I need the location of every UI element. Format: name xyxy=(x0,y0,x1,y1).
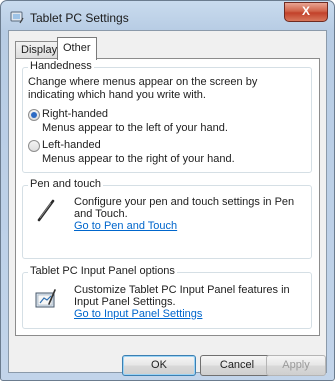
go-to-input-panel-settings-link[interactable]: Go to Input Panel Settings xyxy=(74,308,304,320)
pen-touch-text: Configure your pen and touch settings in… xyxy=(74,196,304,232)
window-title: Tablet PC Settings xyxy=(30,11,129,25)
tab-other[interactable]: Other xyxy=(57,37,97,60)
close-button[interactable]: X xyxy=(284,2,328,22)
pen-icon xyxy=(37,199,55,222)
handedness-description: Change where menus appear on the screen … xyxy=(28,76,258,101)
right-handed-label[interactable]: Right-handed xyxy=(42,108,108,121)
cancel-button[interactable]: Cancel xyxy=(200,355,274,376)
input-panel-icon xyxy=(35,289,56,308)
tablet-pc-icon xyxy=(10,11,24,24)
go-to-pen-and-touch-link[interactable]: Go to Pen and Touch xyxy=(74,220,304,232)
title-bar[interactable]: Tablet PC Settings X xyxy=(1,1,334,30)
input-panel-description: Customize Tablet PC Input Panel features… xyxy=(74,284,290,308)
apply-button[interactable]: Apply xyxy=(266,355,326,376)
tab-display[interactable]: Display xyxy=(15,41,64,59)
input-panel-group: Tablet PC Input Panel options Customize … xyxy=(22,265,312,329)
tablet-pc-settings-window: Tablet PC Settings X Display Other Hande… xyxy=(0,0,335,381)
left-handed-label[interactable]: Left-handed xyxy=(42,139,101,152)
pen-touch-description: Configure your pen and touch settings in… xyxy=(74,196,295,220)
input-panel-legend: Tablet PC Input Panel options xyxy=(28,265,177,277)
handedness-legend: Handedness xyxy=(28,60,94,72)
pen-touch-legend: Pen and touch xyxy=(28,178,103,190)
right-handed-radio[interactable] xyxy=(28,109,40,121)
left-handed-description: Menus appear to the right of your hand. xyxy=(42,153,235,165)
pen-touch-group: Pen and touch Configure your pen and tou… xyxy=(22,178,312,259)
ok-button[interactable]: OK xyxy=(122,355,196,376)
right-handed-description: Menus appear to the left of your hand. xyxy=(42,122,228,134)
handedness-group: Handedness Change where menus appear on … xyxy=(22,60,312,173)
input-panel-text: Customize Tablet PC Input Panel features… xyxy=(74,284,304,320)
tab-panel-other: Handedness Change where menus appear on … xyxy=(15,58,320,336)
dialog-client-area: Display Other Handedness Change where me… xyxy=(8,30,327,376)
left-handed-radio[interactable] xyxy=(28,140,40,152)
